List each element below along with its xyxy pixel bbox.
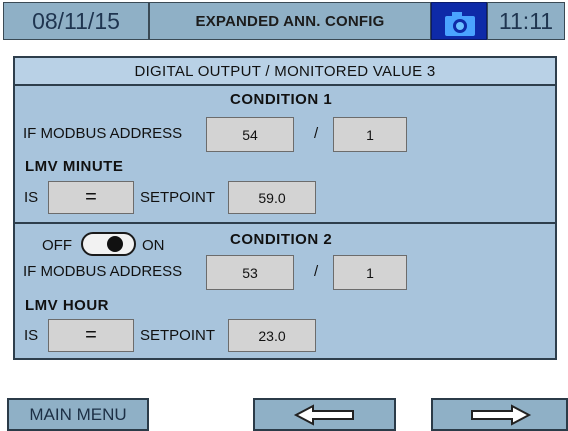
condition-1-is-label: IS bbox=[24, 189, 39, 206]
page-title: EXPANDED ANN. CONFIG bbox=[149, 2, 431, 40]
date-display: 08/11/15 bbox=[3, 2, 149, 40]
condition-divider bbox=[15, 222, 555, 224]
condition-2-operator-select[interactable]: = bbox=[48, 319, 134, 352]
condition-1-subaddress-field[interactable]: 1 bbox=[333, 117, 407, 152]
condition-2-variable-label: LMV HOUR bbox=[25, 297, 109, 314]
toggle-knob bbox=[107, 236, 123, 252]
main-menu-button[interactable]: MAIN MENU bbox=[7, 398, 149, 431]
back-button[interactable] bbox=[253, 398, 396, 431]
toggle-on-label: ON bbox=[142, 237, 165, 254]
condition-2-separator: / bbox=[314, 263, 319, 280]
condition-2-subaddress-field[interactable]: 1 bbox=[333, 255, 407, 290]
condition-2-is-label: IS bbox=[24, 327, 39, 344]
condition-1-separator: / bbox=[314, 125, 319, 142]
toggle-off-label: OFF bbox=[42, 237, 72, 254]
condition-1-address-field[interactable]: 54 bbox=[206, 117, 294, 152]
arrow-right-icon bbox=[470, 403, 531, 426]
time-display: 11:11 bbox=[487, 2, 565, 40]
arrow-left-icon bbox=[293, 403, 354, 426]
camera-icon[interactable] bbox=[431, 2, 487, 40]
condition-2-address-field[interactable]: 53 bbox=[206, 255, 294, 290]
condition-1-setpoint-label: SETPOINT bbox=[140, 189, 216, 206]
condition-1-operator-select[interactable]: = bbox=[48, 181, 134, 214]
condition-2-setpoint-field[interactable]: 23.0 bbox=[228, 319, 316, 352]
condition-1-modbus-label: IF MODBUS ADDRESS bbox=[23, 125, 183, 142]
condition-2-setpoint-label: SETPOINT bbox=[140, 327, 216, 344]
condition-1-variable-label: LMV MINUTE bbox=[25, 158, 124, 175]
condition-2-title: CONDITION 2 bbox=[230, 231, 333, 248]
condition-1-title: CONDITION 1 bbox=[230, 91, 333, 108]
condition-1-setpoint-field[interactable]: 59.0 bbox=[228, 181, 316, 214]
condition-2-modbus-label: IF MODBUS ADDRESS bbox=[23, 263, 183, 280]
forward-button[interactable] bbox=[431, 398, 568, 431]
condition-2-enable-toggle[interactable] bbox=[81, 232, 136, 256]
panel-subtitle: DIGITAL OUTPUT / MONITORED VALUE 3 bbox=[15, 58, 555, 86]
